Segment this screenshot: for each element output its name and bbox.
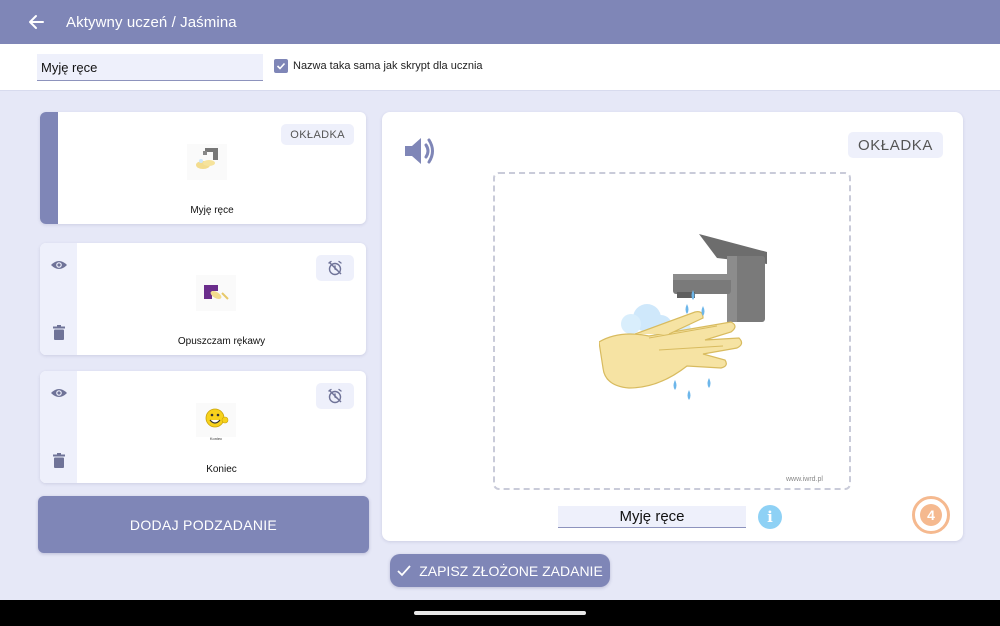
alarm-off-icon: [328, 388, 342, 404]
alarm-off-icon: [328, 260, 342, 276]
trash-icon[interactable]: [49, 450, 69, 470]
app-bar: Aktywny uczeń / Jaśmina: [0, 0, 1000, 44]
home-gesture-handle[interactable]: [414, 611, 586, 615]
cover-badge: OKŁADKA: [847, 132, 943, 158]
subtask-card[interactable]: Opuszczam rękawy: [40, 243, 366, 355]
eye-icon[interactable]: [49, 383, 69, 403]
same-name-checkbox[interactable]: Nazwa taka sama jak skrypt dla ucznia: [274, 59, 483, 73]
page-title: Aktywny uczeń / Jaśmina: [66, 13, 237, 31]
cover-badge: OKŁADKA: [281, 124, 354, 145]
step-count-badge[interactable]: 4: [912, 496, 950, 534]
selected-indicator: [40, 112, 58, 224]
caption-input[interactable]: [558, 506, 746, 528]
arrow-left-icon: [29, 15, 44, 29]
watermark: www.iwrd.pl: [786, 476, 823, 483]
eye-icon[interactable]: [49, 255, 69, 275]
smiley-thumbnail: Koniec: [192, 399, 240, 443]
subtask-card-cover[interactable]: OKŁADKA Myję ręce: [40, 112, 366, 224]
info-icon[interactable]: i: [758, 505, 782, 529]
subtask-label: Opuszczam rękawy: [177, 336, 266, 347]
smiley-caption: Koniec: [209, 436, 223, 441]
alarm-off-button[interactable]: [316, 255, 354, 281]
task-name-input[interactable]: [37, 54, 263, 81]
save-task-button[interactable]: ZAPISZ ZŁOŻONE ZADANIE: [390, 554, 610, 587]
system-nav-bar: [0, 600, 1000, 626]
subtask-label: Koniec: [206, 464, 237, 475]
sleeves-thumbnail: [196, 275, 236, 311]
subtask-card[interactable]: Koniec Koniec: [40, 371, 366, 483]
task-name-bar: Nazwa taka sama jak skrypt dla ucznia: [0, 44, 1000, 91]
smiley-icon: [196, 403, 236, 437]
same-name-label: Nazwa taka sama jak skrypt dla ucznia: [293, 60, 483, 72]
washing-hands-thumbnail: [187, 144, 227, 180]
speaker-icon[interactable]: [402, 134, 438, 168]
subtask-side-controls: [40, 371, 77, 483]
check-icon: [397, 564, 411, 577]
alarm-off-button[interactable]: [316, 383, 354, 409]
washing-hands-illustration: [599, 234, 767, 400]
subtask-label: Myję ręce: [190, 205, 234, 216]
preview-panel: OKŁADKA www.iwrd.pl i 4: [382, 112, 963, 541]
checkbox-checked-icon: [274, 59, 288, 73]
back-button[interactable]: [14, 0, 58, 44]
trash-icon[interactable]: [49, 322, 69, 342]
subtask-side-controls: [40, 243, 77, 355]
save-task-label: ZAPISZ ZŁOŻONE ZADANIE: [419, 562, 603, 579]
step-number: 4: [920, 504, 942, 526]
add-subtask-button[interactable]: DODAJ PODZADANIE: [38, 496, 369, 553]
